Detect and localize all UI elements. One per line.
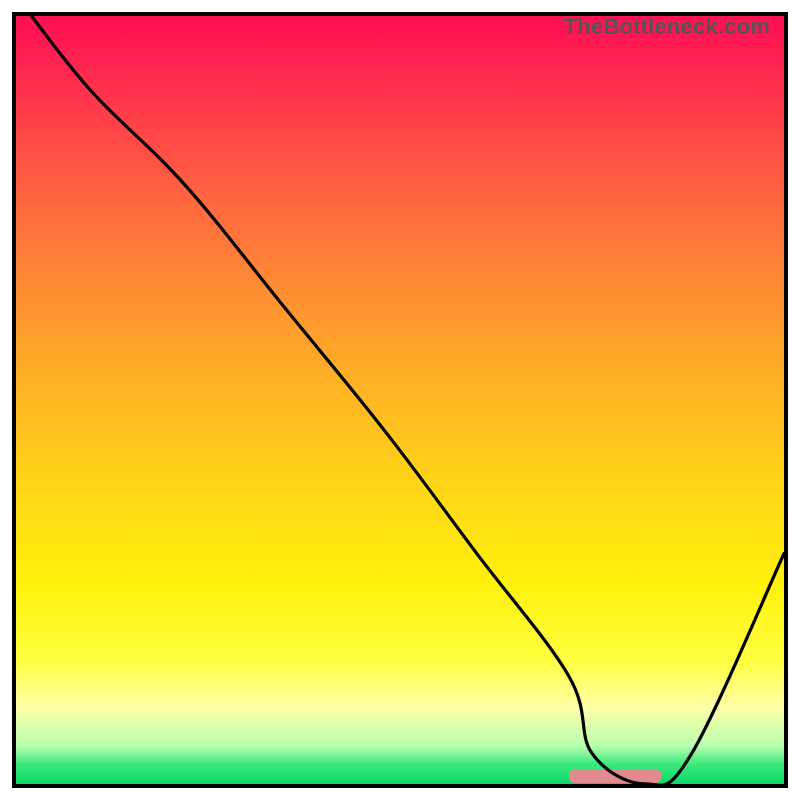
- chart-frame: TheBottleneck.com: [12, 12, 788, 788]
- bottleneck-curve: [31, 16, 784, 784]
- chart-overlay-svg: [16, 16, 784, 784]
- watermark-label: TheBottleneck.com: [564, 14, 770, 40]
